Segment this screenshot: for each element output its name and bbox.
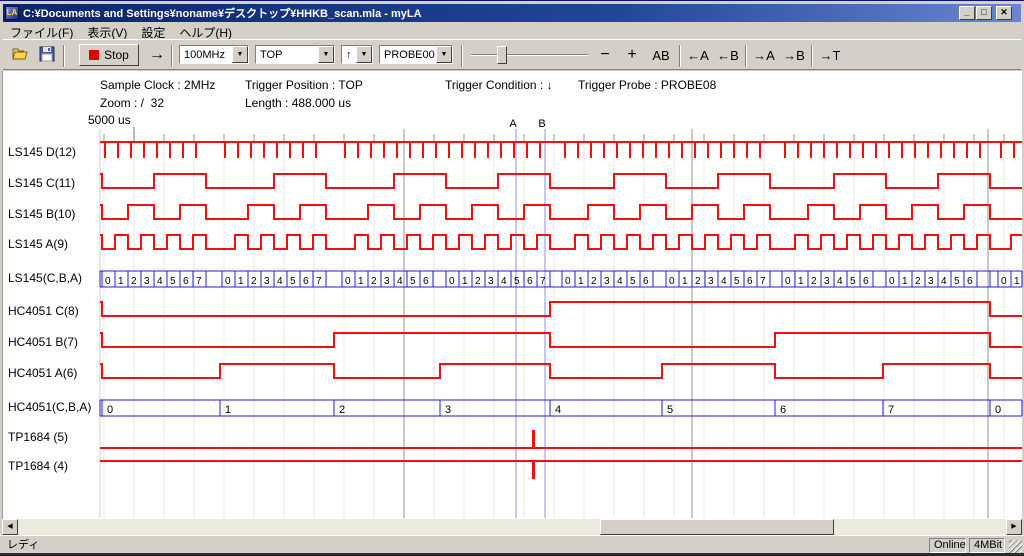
status-message: レディ [2, 538, 924, 553]
svg-text:6: 6 [303, 276, 309, 287]
svg-text:B: B [538, 118, 545, 130]
svg-text:7: 7 [316, 276, 322, 287]
svg-text:5: 5 [954, 276, 960, 287]
svg-text:0: 0 [449, 276, 455, 287]
svg-text:0: 0 [225, 276, 231, 287]
resize-grip[interactable] [1009, 540, 1022, 553]
svg-text:4: 4 [941, 276, 947, 287]
svg-text:2: 2 [339, 404, 345, 416]
svg-text:2: 2 [811, 276, 817, 287]
status-bar: レディ Online 4MBit [0, 535, 1024, 554]
svg-text:6: 6 [747, 276, 753, 287]
scroll-left-arrow[interactable]: ◀ [2, 519, 18, 535]
svg-text:5: 5 [410, 276, 416, 287]
svg-text:7: 7 [540, 276, 546, 287]
svg-text:4: 4 [555, 404, 561, 416]
svg-text:1: 1 [1014, 276, 1020, 287]
svg-text:2: 2 [591, 276, 597, 287]
svg-text:6: 6 [863, 276, 869, 287]
svg-text:1: 1 [682, 276, 688, 287]
svg-text:3: 3 [264, 276, 270, 287]
svg-text:6: 6 [780, 404, 786, 416]
svg-text:2: 2 [475, 276, 481, 287]
scroll-right-arrow[interactable]: ▶ [1006, 519, 1022, 535]
svg-text:3: 3 [445, 404, 451, 416]
svg-text:1: 1 [238, 276, 244, 287]
svg-text:5: 5 [170, 276, 176, 287]
svg-text:0: 0 [345, 276, 351, 287]
svg-text:3: 3 [928, 276, 934, 287]
svg-text:7: 7 [196, 276, 202, 287]
svg-text:0: 0 [889, 276, 895, 287]
svg-text:5: 5 [734, 276, 740, 287]
svg-text:2: 2 [251, 276, 257, 287]
svg-text:5: 5 [850, 276, 856, 287]
svg-text:4: 4 [617, 276, 623, 287]
online-status-badge: Online [929, 538, 966, 553]
svg-text:7: 7 [760, 276, 766, 287]
svg-text:3: 3 [604, 276, 610, 287]
horizontal-scrollbar: ◀ ▶ [2, 519, 1022, 535]
scrollbar-thumb[interactable] [600, 519, 834, 535]
svg-text:0: 0 [107, 404, 113, 416]
svg-text:1: 1 [902, 276, 908, 287]
svg-text:6: 6 [967, 276, 973, 287]
svg-text:6: 6 [423, 276, 429, 287]
svg-text:4: 4 [157, 276, 163, 287]
svg-text:6: 6 [183, 276, 189, 287]
svg-text:3: 3 [384, 276, 390, 287]
svg-text:4: 4 [277, 276, 283, 287]
app-window: LA C:¥Documents and Settings¥noname¥デスクト… [0, 0, 1024, 556]
svg-text:3: 3 [708, 276, 714, 287]
waveform-canvas: 0123456701234567012345601234567012345601… [0, 1, 1024, 556]
svg-text:2: 2 [131, 276, 137, 287]
svg-text:5: 5 [667, 404, 673, 416]
svg-text:6: 6 [527, 276, 533, 287]
svg-text:1: 1 [358, 276, 364, 287]
svg-text:1: 1 [798, 276, 804, 287]
svg-text:2: 2 [371, 276, 377, 287]
svg-text:7: 7 [888, 404, 894, 416]
svg-text:5: 5 [514, 276, 520, 287]
svg-text:1: 1 [462, 276, 468, 287]
svg-text:0: 0 [995, 404, 1001, 416]
svg-text:0: 0 [1001, 276, 1007, 287]
svg-text:6: 6 [643, 276, 649, 287]
svg-text:5: 5 [630, 276, 636, 287]
svg-text:4: 4 [501, 276, 507, 287]
svg-text:1: 1 [118, 276, 124, 287]
svg-text:A: A [509, 118, 517, 130]
svg-text:3: 3 [144, 276, 150, 287]
svg-text:0: 0 [565, 276, 571, 287]
memory-size-badge: 4MBit [969, 538, 1005, 553]
svg-text:3: 3 [488, 276, 494, 287]
svg-text:4: 4 [397, 276, 403, 287]
svg-text:2: 2 [695, 276, 701, 287]
svg-text:4: 4 [721, 276, 727, 287]
svg-text:5: 5 [290, 276, 296, 287]
svg-text:1: 1 [578, 276, 584, 287]
svg-text:0: 0 [785, 276, 791, 287]
svg-text:3: 3 [824, 276, 830, 287]
svg-text:4: 4 [837, 276, 843, 287]
svg-text:2: 2 [915, 276, 921, 287]
svg-text:0: 0 [105, 276, 111, 287]
svg-text:1: 1 [225, 404, 231, 416]
svg-text:0: 0 [669, 276, 675, 287]
